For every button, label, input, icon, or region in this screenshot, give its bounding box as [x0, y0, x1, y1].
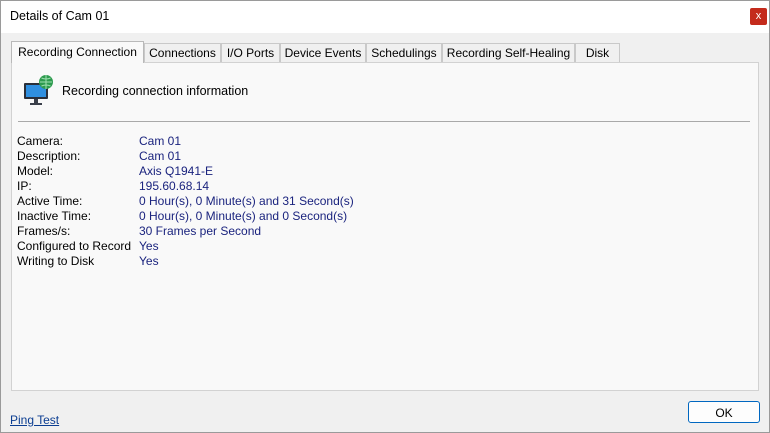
tab-recording-self-healing[interactable]: Recording Self-Healing	[442, 43, 575, 62]
info-row-camera: Camera: Cam 01	[17, 134, 517, 149]
divider	[18, 121, 750, 122]
info-row-ip: IP: 195.60.68.14	[17, 179, 517, 194]
ok-button[interactable]: OK	[688, 401, 760, 423]
value-frames: 30 Frames per Second	[139, 224, 262, 238]
label-writing-to-disk: Writing to Disk	[17, 254, 95, 268]
tab-recording-connection[interactable]: Recording Connection	[11, 41, 144, 63]
value-camera: Cam 01	[139, 134, 182, 148]
info-row-inactive-time: Inactive Time: 0 Hour(s), 0 Minute(s) an…	[17, 209, 517, 224]
label-ip: IP:	[17, 179, 32, 193]
tab-disk[interactable]: Disk	[575, 43, 620, 62]
label-configured-to-record: Configured to Record	[17, 239, 132, 253]
header-title: Recording connection information	[62, 84, 249, 98]
label-model: Model:	[17, 164, 54, 178]
info-row-description: Description: Cam 01	[17, 149, 517, 164]
tab-device-events[interactable]: Device Events	[280, 43, 366, 62]
tab-strip: Recording Connection Connections I/O Por…	[11, 41, 761, 63]
label-frames: Frames/s:	[17, 224, 71, 238]
info-row-writing-to-disk: Writing to Disk Yes	[17, 254, 517, 269]
value-description: Cam 01	[139, 149, 182, 163]
close-button[interactable]: x	[750, 8, 767, 25]
value-ip: 195.60.68.14	[139, 179, 210, 193]
title-bar: Details of Cam 01 x	[1, 1, 769, 33]
value-writing-to-disk: Yes	[139, 254, 159, 268]
info-row-active-time: Active Time: 0 Hour(s), 0 Minute(s) and …	[17, 194, 517, 209]
details-dialog: Details of Cam 01 x Recording Connection…	[0, 0, 770, 433]
info-table: Camera: Cam 01 Description: Cam 01 Model…	[17, 134, 517, 269]
network-monitor-icon	[24, 75, 53, 105]
window-title: Details of Cam 01	[10, 9, 110, 23]
ping-test-link[interactable]: Ping Test	[10, 413, 59, 427]
info-row-frames: Frames/s: 30 Frames per Second	[17, 224, 517, 239]
value-inactive-time: 0 Hour(s), 0 Minute(s) and 0 Second(s)	[139, 209, 348, 223]
value-configured-to-record: Yes	[139, 239, 159, 253]
tab-connections[interactable]: Connections	[144, 43, 221, 62]
value-model: Axis Q1941-E	[139, 164, 214, 178]
tab-io-ports[interactable]: I/O Ports	[221, 43, 280, 62]
label-active-time: Active Time:	[17, 194, 83, 208]
label-description: Description:	[17, 149, 81, 163]
label-inactive-time: Inactive Time:	[17, 209, 92, 223]
tab-panel: Recording connection information Camera:…	[11, 62, 759, 391]
label-camera: Camera:	[17, 134, 64, 148]
info-row-configured-to-record: Configured to Record Yes	[17, 239, 517, 254]
value-active-time: 0 Hour(s), 0 Minute(s) and 31 Second(s)	[139, 194, 354, 208]
tab-schedulings[interactable]: Schedulings	[366, 43, 442, 62]
info-row-model: Model: Axis Q1941-E	[17, 164, 517, 179]
